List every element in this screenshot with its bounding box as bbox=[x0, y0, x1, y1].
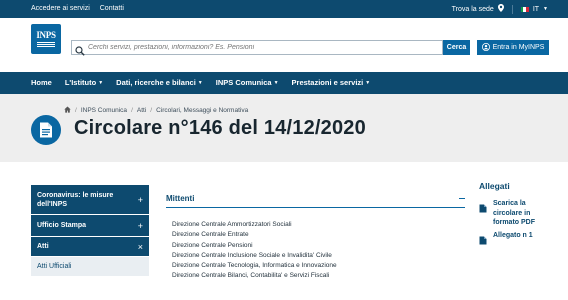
sidebar-item-label: Atti Ufficiali bbox=[37, 263, 72, 270]
expand-icon[interactable]: + bbox=[138, 221, 143, 231]
breadcrumb: / INPS Comunica / Atti / Circolari, Mess… bbox=[64, 106, 248, 115]
list-item: Direzione Centrale Inclusione Sociale e … bbox=[172, 251, 332, 259]
nav-item-istituto[interactable]: L'Istituto ▼ bbox=[65, 72, 103, 94]
myinps-login-label: Entra in MyINPS bbox=[492, 44, 545, 51]
collapse-icon[interactable]: × bbox=[138, 242, 143, 252]
breadcrumb-circolari[interactable]: Circolari, Messaggi e Normativa bbox=[156, 107, 248, 114]
location-pin-icon bbox=[497, 4, 504, 14]
mittenti-title: Mittenti bbox=[166, 194, 195, 203]
sidebar-item-label: Atti bbox=[37, 243, 49, 250]
search-box bbox=[71, 40, 443, 56]
sidebar-item-atti[interactable]: Atti × bbox=[31, 237, 149, 257]
search-icon bbox=[75, 43, 85, 56]
sidebar: Coronavirus: le misure dell'INPS + Uffic… bbox=[31, 185, 149, 277]
search-button[interactable]: Cerca bbox=[443, 40, 470, 55]
nav-item-dati-ricerche-bilanci[interactable]: Dati, ricerche e bilanci ▼ bbox=[116, 72, 203, 94]
collapse-icon[interactable] bbox=[459, 198, 465, 199]
logo-stripes bbox=[31, 42, 61, 47]
document-icon bbox=[31, 115, 61, 145]
main-navigation: Home L'Istituto ▼ Dati, ricerche e bilanc… bbox=[0, 72, 568, 94]
breadcrumb-separator: / bbox=[150, 107, 153, 114]
mittenti-list: Direzione Centrale Ammortizzatori Social… bbox=[166, 220, 465, 282]
top-bar: Accedere ai servizi Contatti Trova la se… bbox=[0, 0, 568, 18]
allegato-pdf-link[interactable]: Scarica la circolare in formato PDF bbox=[479, 199, 559, 228]
flag-stripe-red bbox=[526, 6, 529, 12]
page-title: Circolare n°146 del 14/12/2020 bbox=[74, 117, 366, 139]
topbar-divider bbox=[511, 4, 513, 14]
mittenti-section: Mittenti Direzione Centrale Ammortizzato… bbox=[166, 194, 465, 282]
logo-text: INPS bbox=[36, 30, 56, 40]
list-item: Direzione Centrale Tecnologia, Informati… bbox=[172, 262, 337, 270]
nav-item-label: INPS Comunica bbox=[215, 78, 272, 87]
breadcrumb-atti[interactable]: Atti bbox=[137, 107, 146, 114]
list-item: Direzione Centrale Ammortizzatori Social… bbox=[172, 221, 292, 228]
user-icon bbox=[481, 42, 490, 53]
breadcrumb-inps-comunica[interactable]: INPS Comunica bbox=[81, 107, 127, 114]
sidebar-item-label: Coronavirus: le misure dell'INPS bbox=[37, 191, 114, 208]
nav-item-inps-comunica[interactable]: INPS Comunica ▼ bbox=[216, 72, 279, 94]
allegato-label: Allegato n 1 bbox=[493, 231, 533, 239]
language-selector[interactable]: IT bbox=[533, 6, 539, 13]
nav-item-home[interactable]: Home bbox=[31, 72, 52, 94]
file-icon bbox=[479, 200, 487, 213]
allegato-label: Scarica la circolare in formato PDF bbox=[493, 200, 535, 226]
chevron-down-icon: ▼ bbox=[98, 80, 104, 86]
sidebar-item-ufficio-stampa[interactable]: Ufficio Stampa + bbox=[31, 215, 149, 237]
expand-icon[interactable]: + bbox=[138, 195, 143, 205]
header: INPS Cerca Entra in MyINPS bbox=[0, 18, 568, 72]
search-input[interactable] bbox=[88, 44, 438, 51]
list-item: Direzione Centrale Pensioni bbox=[172, 241, 253, 249]
nav-item-label: Prestazioni e servizi bbox=[291, 78, 364, 87]
trova-sede-link[interactable]: Trova la sede bbox=[452, 6, 494, 13]
chevron-down-icon: ▼ bbox=[365, 80, 371, 86]
home-icon[interactable] bbox=[64, 106, 71, 115]
italian-flag-icon bbox=[520, 6, 529, 12]
nav-item-label: Dati, ricerche e bilanci bbox=[116, 78, 196, 87]
allegato-1-link[interactable]: Allegato n 1 bbox=[479, 231, 559, 244]
breadcrumb-separator: / bbox=[131, 107, 133, 114]
allegati-section: Allegati Scarica la circolare in formato… bbox=[479, 181, 559, 244]
inps-logo[interactable]: INPS bbox=[31, 24, 61, 54]
file-icon bbox=[479, 232, 487, 244]
breadcrumb-separator: / bbox=[75, 107, 77, 114]
allegati-title: Allegati bbox=[479, 181, 510, 191]
sidebar-item-coronavirus[interactable]: Coronavirus: le misure dell'INPS + bbox=[31, 185, 149, 215]
chevron-down-icon: ▼ bbox=[273, 80, 279, 86]
chevron-down-icon: ▼ bbox=[197, 80, 203, 86]
sidebar-item-atti-ufficiali[interactable]: Atti Ufficiali bbox=[31, 257, 149, 277]
accedi-servizi-link[interactable]: Accedere ai servizi bbox=[31, 5, 90, 12]
mittenti-header[interactable]: Mittenti bbox=[166, 194, 465, 208]
contatti-link[interactable]: Contatti bbox=[100, 5, 124, 12]
chevron-down-icon: ▼ bbox=[543, 6, 548, 12]
nav-item-prestazioni-servizi[interactable]: Prestazioni e servizi ▼ bbox=[292, 72, 371, 94]
sidebar-item-label: Ufficio Stampa bbox=[37, 222, 87, 229]
myinps-login-button[interactable]: Entra in MyINPS bbox=[477, 40, 549, 55]
list-item: Direzione Centrale Entrate bbox=[172, 231, 249, 239]
list-item: Direzione Centrale Bilanci, Contabilita'… bbox=[172, 272, 330, 280]
page-header: / INPS Comunica / Atti / Circolari, Mess… bbox=[0, 94, 568, 162]
nav-item-label: L'Istituto bbox=[64, 78, 97, 87]
nav-item-label: Home bbox=[31, 78, 52, 87]
